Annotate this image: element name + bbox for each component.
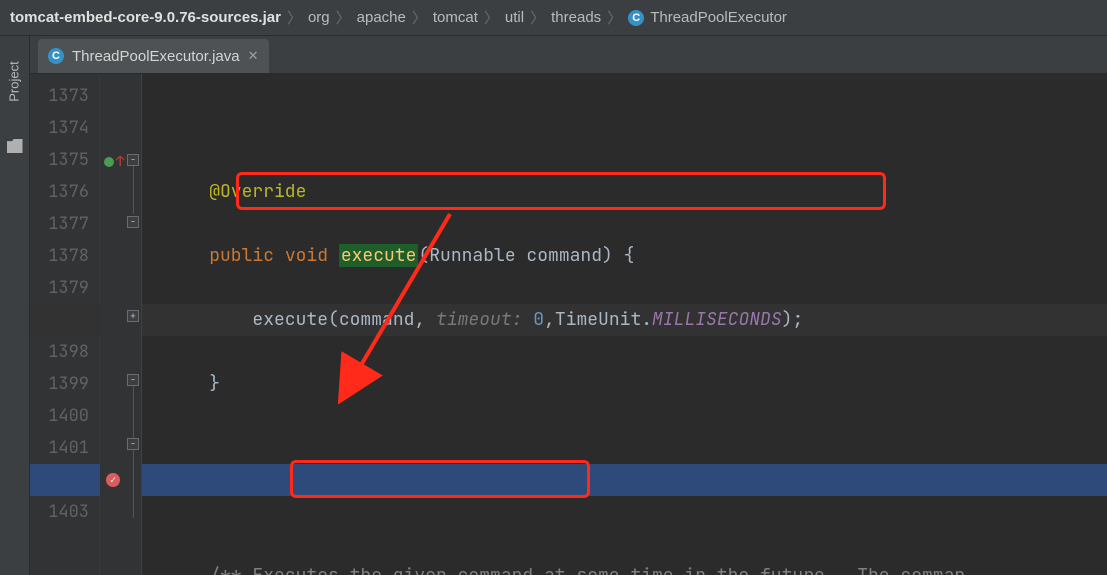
tool-window-sidebar[interactable]: Project bbox=[0, 36, 30, 575]
chevron-right-icon: 〉 bbox=[406, 7, 433, 28]
code-line[interactable]: @Override bbox=[166, 176, 1107, 208]
line-number[interactable]: 1375 bbox=[30, 144, 89, 176]
breadcrumb-item[interactable]: util bbox=[505, 9, 524, 26]
chevron-right-icon: 〉 bbox=[330, 7, 357, 28]
project-tool-label[interactable]: Project bbox=[7, 61, 22, 101]
breadcrumb-item[interactable]: tomcat bbox=[433, 9, 478, 26]
fold-collapse-icon[interactable]: − bbox=[127, 374, 139, 386]
annotation: @Override bbox=[209, 180, 306, 203]
number-literal: 0 bbox=[533, 308, 544, 331]
line-number[interactable]: 1376 bbox=[30, 176, 89, 208]
inlay-hint: timeout: bbox=[436, 308, 533, 331]
javadoc-comment: /** Executes the given command at some t… bbox=[209, 564, 965, 575]
line-number[interactable]: 1373 bbox=[30, 80, 89, 112]
close-icon[interactable]: ✕ bbox=[248, 48, 259, 64]
code-text: (command bbox=[328, 308, 414, 331]
chevron-right-icon: 〉 bbox=[601, 7, 628, 28]
line-number[interactable]: 1403 bbox=[30, 496, 89, 528]
code-line[interactable]: } bbox=[166, 368, 1107, 400]
gutter-icons[interactable]: ↑ − − + − − bbox=[100, 74, 142, 575]
code-text: (Runnable command) { bbox=[418, 244, 634, 267]
fold-collapse-icon[interactable]: − bbox=[127, 438, 139, 450]
breadcrumb-item[interactable]: apache bbox=[357, 9, 406, 26]
method-name: execute bbox=[339, 244, 419, 267]
override-dot-icon bbox=[104, 157, 114, 167]
code-line[interactable] bbox=[166, 112, 1107, 144]
code-line[interactable]: execute(command, timeout: 0,TimeUnit.MIL… bbox=[166, 304, 1107, 336]
code-content[interactable]: @Override public void execute(Runnable c… bbox=[142, 74, 1107, 575]
breakpoint-marker[interactable] bbox=[106, 470, 140, 490]
code-line[interactable]: public void execute(Runnable command) { bbox=[166, 240, 1107, 272]
code-text: ); bbox=[782, 308, 804, 331]
chevron-right-icon: 〉 bbox=[281, 7, 308, 28]
tab-label: ThreadPoolExecutor.java bbox=[72, 48, 240, 65]
code-area[interactable]: 1373 1374 1375 1376 1377 1378 1379 1380 … bbox=[30, 74, 1107, 575]
enum-constant: MILLISECONDS bbox=[652, 308, 782, 331]
line-number[interactable]: 1399 bbox=[30, 368, 89, 400]
line-number[interactable]: 1377 bbox=[30, 208, 89, 240]
breakpoint-icon bbox=[106, 473, 120, 487]
method-call: execute bbox=[252, 308, 328, 331]
line-number[interactable]: 1378 bbox=[30, 240, 89, 272]
breadcrumb-item[interactable]: tomcat-embed-core-9.0.76-sources.jar bbox=[10, 9, 281, 26]
code-text: , bbox=[414, 308, 436, 331]
keyword: public bbox=[209, 244, 285, 267]
editor-tabbar[interactable]: C ThreadPoolExecutor.java ✕ bbox=[30, 36, 1107, 74]
line-number[interactable]: 1401 bbox=[30, 432, 89, 464]
editor-tab[interactable]: C ThreadPoolExecutor.java ✕ bbox=[38, 39, 269, 73]
code-line[interactable] bbox=[166, 432, 1107, 464]
breadcrumb-item[interactable]: org bbox=[308, 9, 330, 26]
code-line[interactable] bbox=[166, 496, 1107, 528]
breadcrumb-item[interactable]: C ThreadPoolExecutor bbox=[628, 9, 787, 26]
override-arrow-icon: ↑ bbox=[116, 155, 124, 169]
breadcrumb[interactable]: tomcat-embed-core-9.0.76-sources.jar 〉 o… bbox=[0, 0, 1107, 36]
folder-icon[interactable] bbox=[7, 139, 23, 153]
class-icon: C bbox=[628, 10, 644, 26]
code-text: ,TimeUnit. bbox=[544, 308, 652, 331]
line-number[interactable]: 1374 bbox=[30, 112, 89, 144]
fold-collapse-icon[interactable]: − bbox=[127, 154, 139, 166]
line-number[interactable]: 1398 bbox=[30, 336, 89, 368]
chevron-right-icon: 〉 bbox=[478, 7, 505, 28]
fold-collapse-icon[interactable]: − bbox=[127, 216, 139, 228]
line-number[interactable]: 1400 bbox=[30, 400, 89, 432]
class-icon: C bbox=[48, 48, 64, 64]
code-line[interactable]: /** Executes the given command at some t… bbox=[166, 560, 1107, 575]
chevron-right-icon: 〉 bbox=[524, 7, 551, 28]
line-number[interactable]: 1379 bbox=[30, 272, 89, 304]
keyword: void bbox=[285, 244, 339, 267]
editor: C ThreadPoolExecutor.java ✕ 1373 1374 13… bbox=[30, 36, 1107, 575]
fold-expand-icon[interactable]: + bbox=[127, 310, 139, 322]
breadcrumb-label: ThreadPoolExecutor bbox=[650, 9, 787, 26]
code-text: } bbox=[209, 372, 220, 395]
breadcrumb-item[interactable]: threads bbox=[551, 9, 601, 26]
